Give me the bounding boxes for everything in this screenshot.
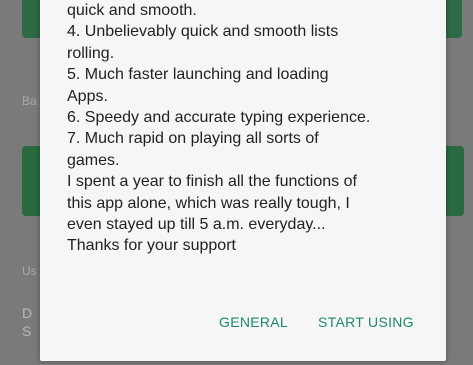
dialog-message-line: I spent a year to finish all the functio… [67, 173, 357, 191]
dialog-message-line: Thanks for your support [67, 237, 236, 255]
background-row-text: D S [22, 304, 42, 340]
background-section-label: Ba [22, 94, 37, 108]
background-row-text-line: D [22, 305, 33, 321]
background-section-label: Us [22, 264, 37, 278]
dialog-actions: GENERAL START USING [40, 314, 446, 338]
dialog-message-line: games. [67, 151, 120, 169]
dialog-message-line: even stayed up till 5 a.m. everyday... [67, 216, 326, 234]
dialog-message-line: 6. Speedy and accurate typing experience… [67, 109, 371, 127]
dialog-message: quick and smooth. 4. Unbelievably quick … [67, 0, 437, 257]
start-using-button[interactable]: START USING [318, 314, 414, 330]
dialog-message-line: 7. Much rapid on playing all sorts of [67, 130, 319, 148]
dialog-message-line: quick and smooth. [67, 2, 197, 19]
general-button[interactable]: GENERAL [219, 314, 288, 330]
dialog-message-line: this app alone, which was really tough, … [67, 194, 350, 212]
dialog-message-line: Apps. [67, 87, 108, 105]
update-notes-dialog: quick and smooth. 4. Unbelievably quick … [40, 0, 446, 361]
dialog-message-line: rolling. [67, 44, 115, 62]
background-row-text-line: S [22, 323, 32, 339]
dialog-message-line: 5. Much faster launching and loading [67, 66, 329, 84]
dialog-message-line: 4. Unbelievably quick and smooth lists [67, 23, 339, 41]
